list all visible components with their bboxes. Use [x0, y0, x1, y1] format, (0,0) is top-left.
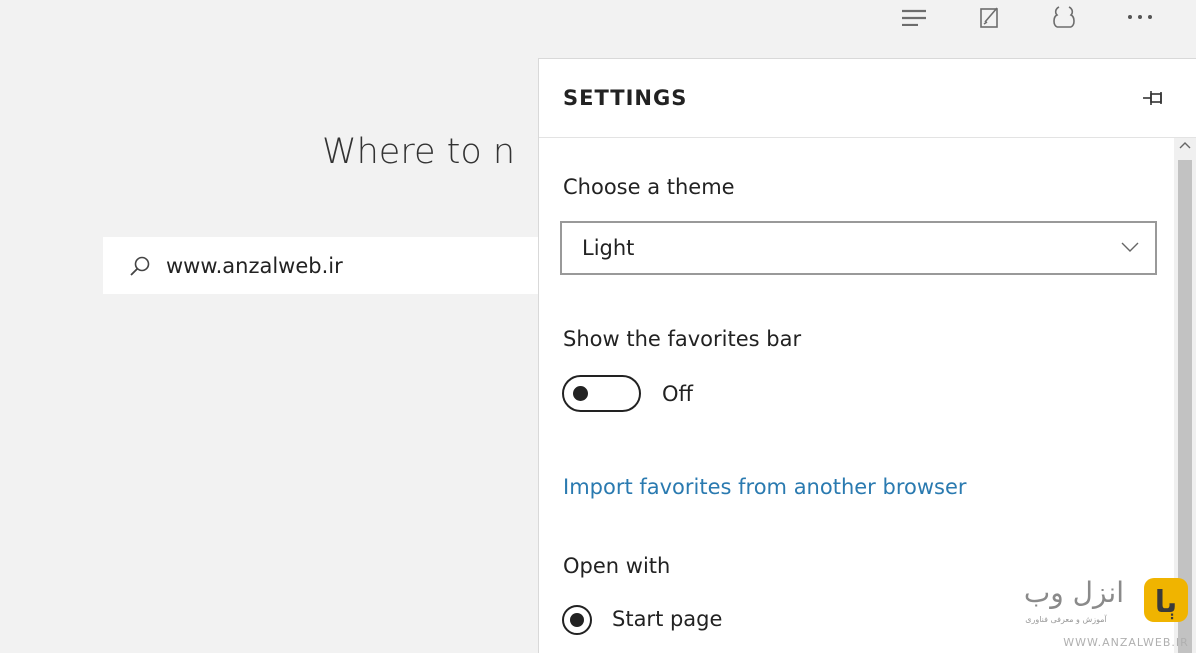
watermark-url: WWW.ANZALWEB.IR [1063, 636, 1189, 649]
search-input[interactable]: www.anzalweb.ir [166, 254, 343, 278]
more-icon[interactable] [1124, 4, 1156, 30]
start-page-radio[interactable] [562, 605, 592, 635]
theme-selected-value: Light [582, 236, 635, 260]
watermark-tagline: آموزش و معرفی فناوری [1025, 614, 1107, 624]
anzalweb-watermark: انزل وب ٻا آموزش و معرفی فناوری WWW.ANZA… [1024, 576, 1189, 649]
svg-text:ٻا: ٻا [1155, 585, 1178, 620]
favorites-bar-state: Off [662, 382, 693, 406]
favorites-bar-toggle[interactable] [562, 375, 641, 412]
search-icon [130, 256, 150, 276]
favorites-bar-label: Show the favorites bar [563, 327, 802, 351]
toggle-knob [573, 386, 588, 401]
theme-label: Choose a theme [563, 175, 735, 199]
watermark-brand: انزل وب [1024, 576, 1124, 609]
start-page-label: Start page [612, 607, 723, 631]
settings-title: SETTINGS [563, 86, 688, 110]
import-favorites-link[interactable]: Import favorites from another browser [563, 475, 967, 499]
chevron-down-icon [1121, 242, 1139, 252]
hub-icon[interactable] [898, 4, 930, 30]
theme-dropdown[interactable]: Light [560, 221, 1157, 275]
new-tab-heading: Where to n [322, 132, 516, 172]
pin-icon[interactable] [1139, 85, 1169, 111]
search-box[interactable]: www.anzalweb.ir [103, 237, 553, 294]
web-note-icon[interactable] [974, 4, 1006, 30]
share-icon[interactable] [1048, 4, 1080, 30]
browser-window: Where to n www.anzalweb.ir SETTINGS Choo… [0, 0, 1196, 653]
scroll-up-arrow-icon[interactable] [1179, 140, 1191, 150]
radio-selected-dot [570, 613, 584, 627]
settings-header: SETTINGS [539, 59, 1196, 138]
open-with-label: Open with [563, 554, 671, 578]
